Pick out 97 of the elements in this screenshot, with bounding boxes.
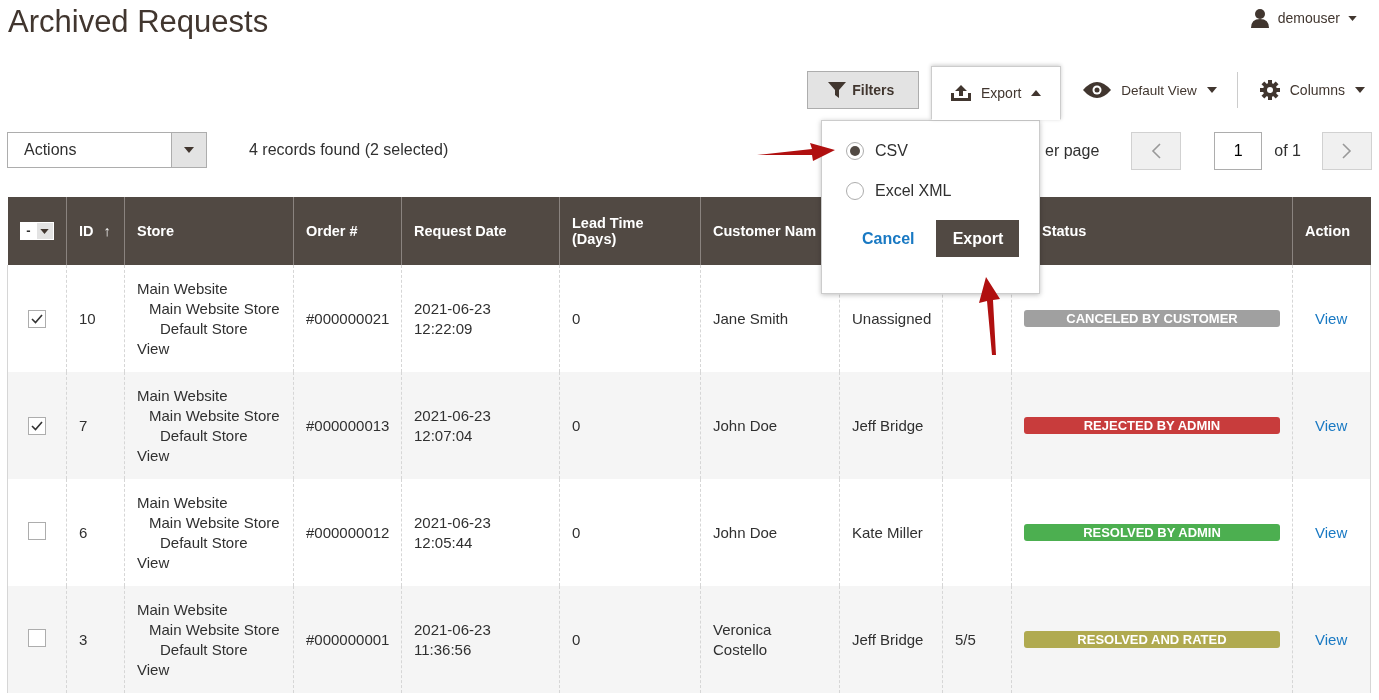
column-header[interactable]: Request Date bbox=[414, 223, 507, 239]
table-cell: John Doe bbox=[713, 522, 778, 543]
export-submit-button[interactable]: Export bbox=[936, 220, 1020, 257]
upload-icon bbox=[950, 85, 971, 101]
view-link[interactable]: View bbox=[1305, 417, 1348, 434]
table-cell-text: Main Website Store bbox=[148, 405, 280, 426]
table-cell: 10 bbox=[79, 310, 96, 327]
table-cell: Main Website bbox=[137, 278, 228, 299]
sort-arrow: ↑ bbox=[103, 223, 111, 239]
column-header[interactable]: Order # bbox=[306, 223, 358, 239]
table-cell: 3 bbox=[79, 631, 88, 648]
page-number-field[interactable]: 1 bbox=[1214, 132, 1263, 170]
table-cell-text: Default Store bbox=[159, 639, 248, 660]
caret-icon bbox=[1355, 87, 1365, 93]
table-cell: 5/5 bbox=[955, 631, 976, 648]
actions-dropdown[interactable]: Actions bbox=[7, 131, 207, 168]
table-cell: #000000021 bbox=[306, 310, 390, 327]
table-cell: 6 bbox=[79, 524, 88, 541]
row-checkbox[interactable] bbox=[28, 629, 46, 647]
eye-icon bbox=[1083, 82, 1112, 98]
table-cell: 0 bbox=[572, 631, 581, 648]
table-cell-text: Default Store bbox=[159, 318, 248, 339]
caret-icon bbox=[1206, 87, 1217, 93]
caret-icon bbox=[1031, 90, 1042, 96]
cancel-link[interactable]: Cancel bbox=[862, 229, 915, 248]
table-cell: 2021-06-23 bbox=[414, 619, 491, 640]
status-badge: RESOLVED BY ADMIN bbox=[1024, 524, 1280, 541]
export-button[interactable]: Export bbox=[931, 66, 1062, 120]
table-cell: 2021-06-23 bbox=[414, 405, 491, 426]
table-cell: #000000012 bbox=[306, 524, 390, 541]
table-cell: 0 bbox=[572, 524, 581, 541]
row-checkbox[interactable] bbox=[28, 416, 46, 435]
table-cell-text: Default Store bbox=[159, 532, 248, 553]
table-cell: Main Website bbox=[137, 385, 228, 406]
column-header[interactable]: Action bbox=[1305, 223, 1351, 239]
caret-icon bbox=[1348, 15, 1357, 21]
table-cell: 12:22:09 bbox=[414, 318, 473, 339]
table-cell: #000000013 bbox=[306, 417, 390, 434]
settings-icon bbox=[1259, 80, 1280, 100]
table-cell: Jeff Bridge bbox=[852, 417, 924, 434]
table-cell: Veronica bbox=[713, 619, 772, 640]
table-cell: 7 bbox=[79, 417, 88, 434]
view-link[interactable]: View bbox=[1305, 524, 1348, 541]
column-header[interactable]: Status bbox=[1042, 223, 1087, 239]
chevron-right-icon bbox=[1342, 143, 1352, 159]
table-cell: 12:05:44 bbox=[414, 532, 473, 553]
row-checkbox[interactable] bbox=[28, 309, 46, 328]
table-cell: View bbox=[137, 552, 170, 573]
table-cell: View bbox=[137, 338, 170, 359]
table-cell: 0 bbox=[572, 417, 581, 434]
caret-icon bbox=[40, 228, 49, 234]
filters-button[interactable]: Filters bbox=[807, 71, 920, 109]
table-cell: 11:36:56 bbox=[414, 639, 472, 660]
user-icon bbox=[1249, 8, 1270, 28]
view-link[interactable]: View bbox=[1305, 631, 1348, 648]
table-cell: Jane Smith bbox=[713, 308, 789, 329]
previous-page-button[interactable] bbox=[1131, 132, 1182, 170]
user-menu[interactable]: demouser bbox=[1277, 10, 1340, 26]
row-checkbox[interactable] bbox=[28, 522, 46, 540]
mass-select-dropdown[interactable]: - bbox=[19, 222, 54, 240]
table-cell: Kate Miller bbox=[852, 524, 923, 541]
table-cell: Jeff Bridge bbox=[852, 631, 924, 648]
page-total: of 1 bbox=[1274, 142, 1301, 160]
filter-icon bbox=[828, 82, 847, 98]
table-cell: John Doe bbox=[713, 415, 778, 436]
table-cell: 0 bbox=[572, 310, 581, 327]
columns-button[interactable]: Columns bbox=[1237, 70, 1365, 110]
table-cell: 2021-06-23 bbox=[414, 298, 491, 319]
table-cell: View bbox=[137, 659, 170, 680]
per-page-label: er page bbox=[1045, 142, 1100, 160]
table-cell-text: Main Website Store bbox=[148, 298, 280, 319]
table-cell: Main Website bbox=[137, 599, 228, 620]
status-badge: REJECTED BY ADMIN bbox=[1024, 417, 1280, 434]
table-cell-text: Main Website Store bbox=[148, 619, 280, 640]
table-cell-text: Default Store bbox=[159, 425, 248, 446]
view-link[interactable]: View bbox=[1305, 310, 1348, 327]
column-header[interactable]: Store bbox=[137, 223, 175, 239]
caret-icon bbox=[184, 146, 194, 153]
records-count: 4 records found (2 selected) bbox=[249, 140, 449, 159]
table-cell: Main Website bbox=[137, 492, 228, 513]
table-cell: View bbox=[137, 445, 170, 466]
chevron-left-icon bbox=[1151, 143, 1162, 159]
table-cell: Unassigned bbox=[852, 310, 932, 327]
next-page-button[interactable] bbox=[1322, 132, 1372, 170]
page-title: Archived Requests bbox=[8, 4, 269, 41]
table-cell: #000000001 bbox=[306, 631, 390, 648]
table-cell: 2021-06-23 bbox=[414, 512, 491, 533]
export-format-option[interactable]: Excel XML bbox=[846, 180, 1039, 202]
status-badge: CANCELED BY CUSTOMER bbox=[1024, 310, 1280, 327]
table-cell: Costello bbox=[713, 639, 768, 660]
view-button[interactable]: Default View bbox=[1061, 70, 1217, 110]
status-badge: RESOLVED AND RATED bbox=[1024, 631, 1280, 648]
export-format-option[interactable]: CSV bbox=[846, 140, 1039, 162]
table-cell-text: Main Website Store bbox=[148, 512, 280, 533]
column-header[interactable]: Customer Nam bbox=[713, 223, 817, 239]
table-cell: 12:07:04 bbox=[414, 425, 473, 446]
column-header[interactable]: ID bbox=[79, 223, 94, 239]
